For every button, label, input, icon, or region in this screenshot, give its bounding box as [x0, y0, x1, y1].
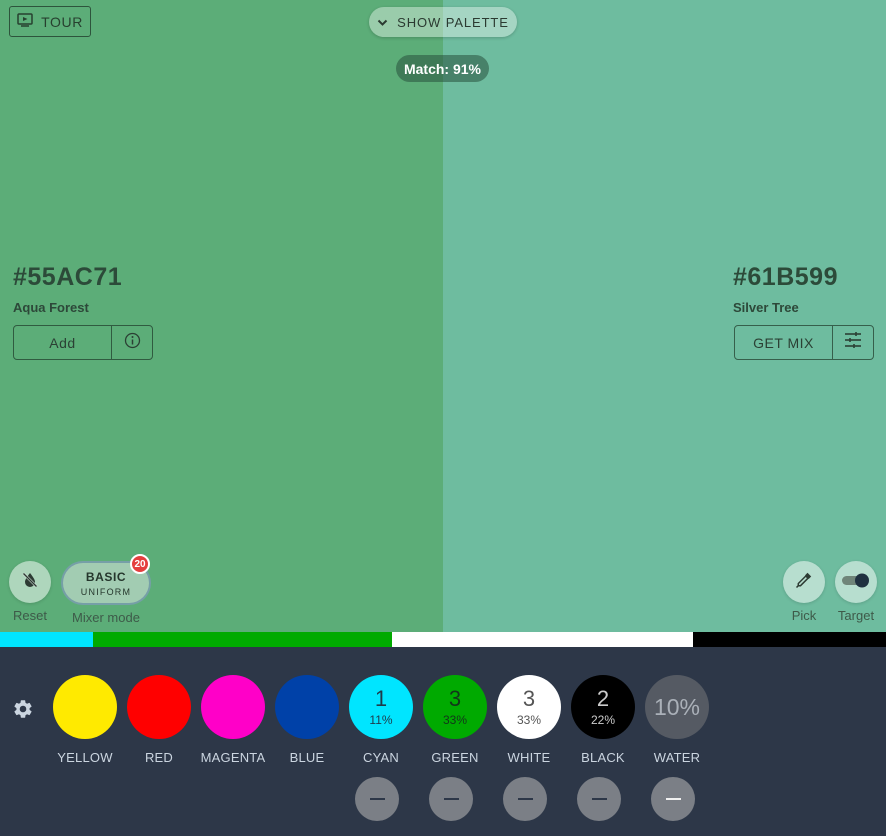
paint-label-yellow: YELLOW	[57, 750, 113, 765]
mix-proportion-bar	[0, 632, 886, 647]
color-stage: TOUR SHOW PALETTE Match: 91% #55AC71 Aqu…	[0, 0, 886, 632]
minus-icon	[369, 798, 385, 800]
mixer-mode-label: Mixer mode	[72, 610, 140, 625]
no-drop-icon	[21, 571, 39, 594]
paint-label-cyan: CYAN	[363, 750, 399, 765]
proportion-segment	[0, 632, 94, 647]
gear-icon	[12, 700, 34, 724]
mixer-mode-sub: UNIFORM	[80, 586, 132, 597]
show-palette-label: SHOW PALETTE	[397, 14, 509, 30]
remove-water-button[interactable]	[651, 777, 695, 821]
show-palette-button[interactable]: SHOW PALETTE	[369, 7, 517, 37]
chevron-down-icon	[377, 15, 388, 30]
settings-button[interactable]	[12, 698, 34, 720]
pick-label: Pick	[791, 608, 817, 623]
add-button-group: Add	[13, 325, 153, 360]
mixer-mode-title: BASIC	[85, 569, 127, 584]
target-toggle-button[interactable]	[835, 561, 877, 603]
paint-swatch-red[interactable]	[127, 675, 191, 739]
minus-icon	[517, 798, 533, 800]
paint-swatch-yellow[interactable]	[53, 675, 117, 739]
paint-percent: 33%	[516, 712, 542, 727]
remove-white-button[interactable]	[503, 777, 547, 821]
proportion-segment	[392, 632, 693, 647]
get-mix-button[interactable]: GET MIX	[735, 326, 833, 359]
paint-swatch-cyan[interactable]: 1 11%	[349, 675, 413, 739]
eyedropper-icon	[795, 571, 813, 594]
paint-count: 1	[374, 685, 388, 711]
add-button[interactable]: Add	[14, 326, 112, 359]
tour-button[interactable]: TOUR	[9, 6, 91, 37]
get-mix-button-group: GET MIX	[734, 325, 874, 360]
paint-label-water: WATER	[653, 750, 701, 765]
minus-icon	[665, 798, 681, 800]
play-screen-icon	[17, 13, 33, 30]
mixer-mode-badge: 20	[130, 554, 150, 574]
mix-color-name: Aqua Forest	[13, 300, 89, 315]
remove-black-button[interactable]	[577, 777, 621, 821]
tour-label: TOUR	[41, 13, 83, 30]
paint-percent: 22%	[590, 712, 616, 727]
paint-swatch-blue[interactable]	[275, 675, 339, 739]
paint-count: 3	[448, 685, 462, 711]
sliders-icon	[844, 331, 862, 354]
paint-count: 2	[596, 685, 610, 711]
info-button[interactable]	[112, 326, 152, 359]
pick-button[interactable]	[783, 561, 825, 603]
paint-label-white: WHITE	[507, 750, 551, 765]
paint-swatch-black[interactable]: 2 22%	[571, 675, 635, 739]
mix-hex-value: #55AC71	[13, 263, 123, 291]
info-icon	[124, 332, 141, 354]
paint-swatch-green[interactable]: 3 33%	[423, 675, 487, 739]
reset-button[interactable]	[9, 561, 51, 603]
toggle-icon	[841, 571, 871, 594]
paint-label-red: RED	[144, 750, 174, 765]
remove-green-button[interactable]	[429, 777, 473, 821]
mix-color-panel	[0, 0, 443, 632]
remove-cyan-button[interactable]	[355, 777, 399, 821]
paint-panel: YELLOW RED MAGENTA BLUE 1 11% CYAN 3 33% GREEN 3 33…	[0, 647, 886, 836]
proportion-segment	[93, 632, 393, 647]
tune-button[interactable]	[833, 326, 873, 359]
target-color-panel	[443, 0, 886, 632]
paint-count: 10%	[653, 694, 701, 720]
target-hex-value: #61B599	[733, 263, 838, 291]
paint-percent: 33%	[442, 712, 468, 727]
reset-label: Reset	[13, 608, 47, 623]
paint-swatch-white[interactable]: 3 33%	[497, 675, 561, 739]
paint-label-green: GREEN	[431, 750, 479, 765]
paint-label-blue: BLUE	[289, 750, 325, 765]
paint-count: 3	[522, 685, 536, 711]
minus-icon	[591, 798, 607, 800]
minus-icon	[443, 798, 459, 800]
paint-swatch-water[interactable]: 10%	[645, 675, 709, 739]
proportion-segment	[692, 632, 886, 647]
match-badge: Match: 91%	[396, 55, 489, 82]
paint-label-magenta: MAGENTA	[200, 750, 266, 765]
paint-label-black: BLACK	[581, 750, 625, 765]
target-color-name: Silver Tree	[733, 300, 799, 315]
paint-percent: 11%	[369, 712, 393, 727]
paint-swatch-magenta[interactable]	[201, 675, 265, 739]
target-label: Target	[837, 608, 875, 623]
